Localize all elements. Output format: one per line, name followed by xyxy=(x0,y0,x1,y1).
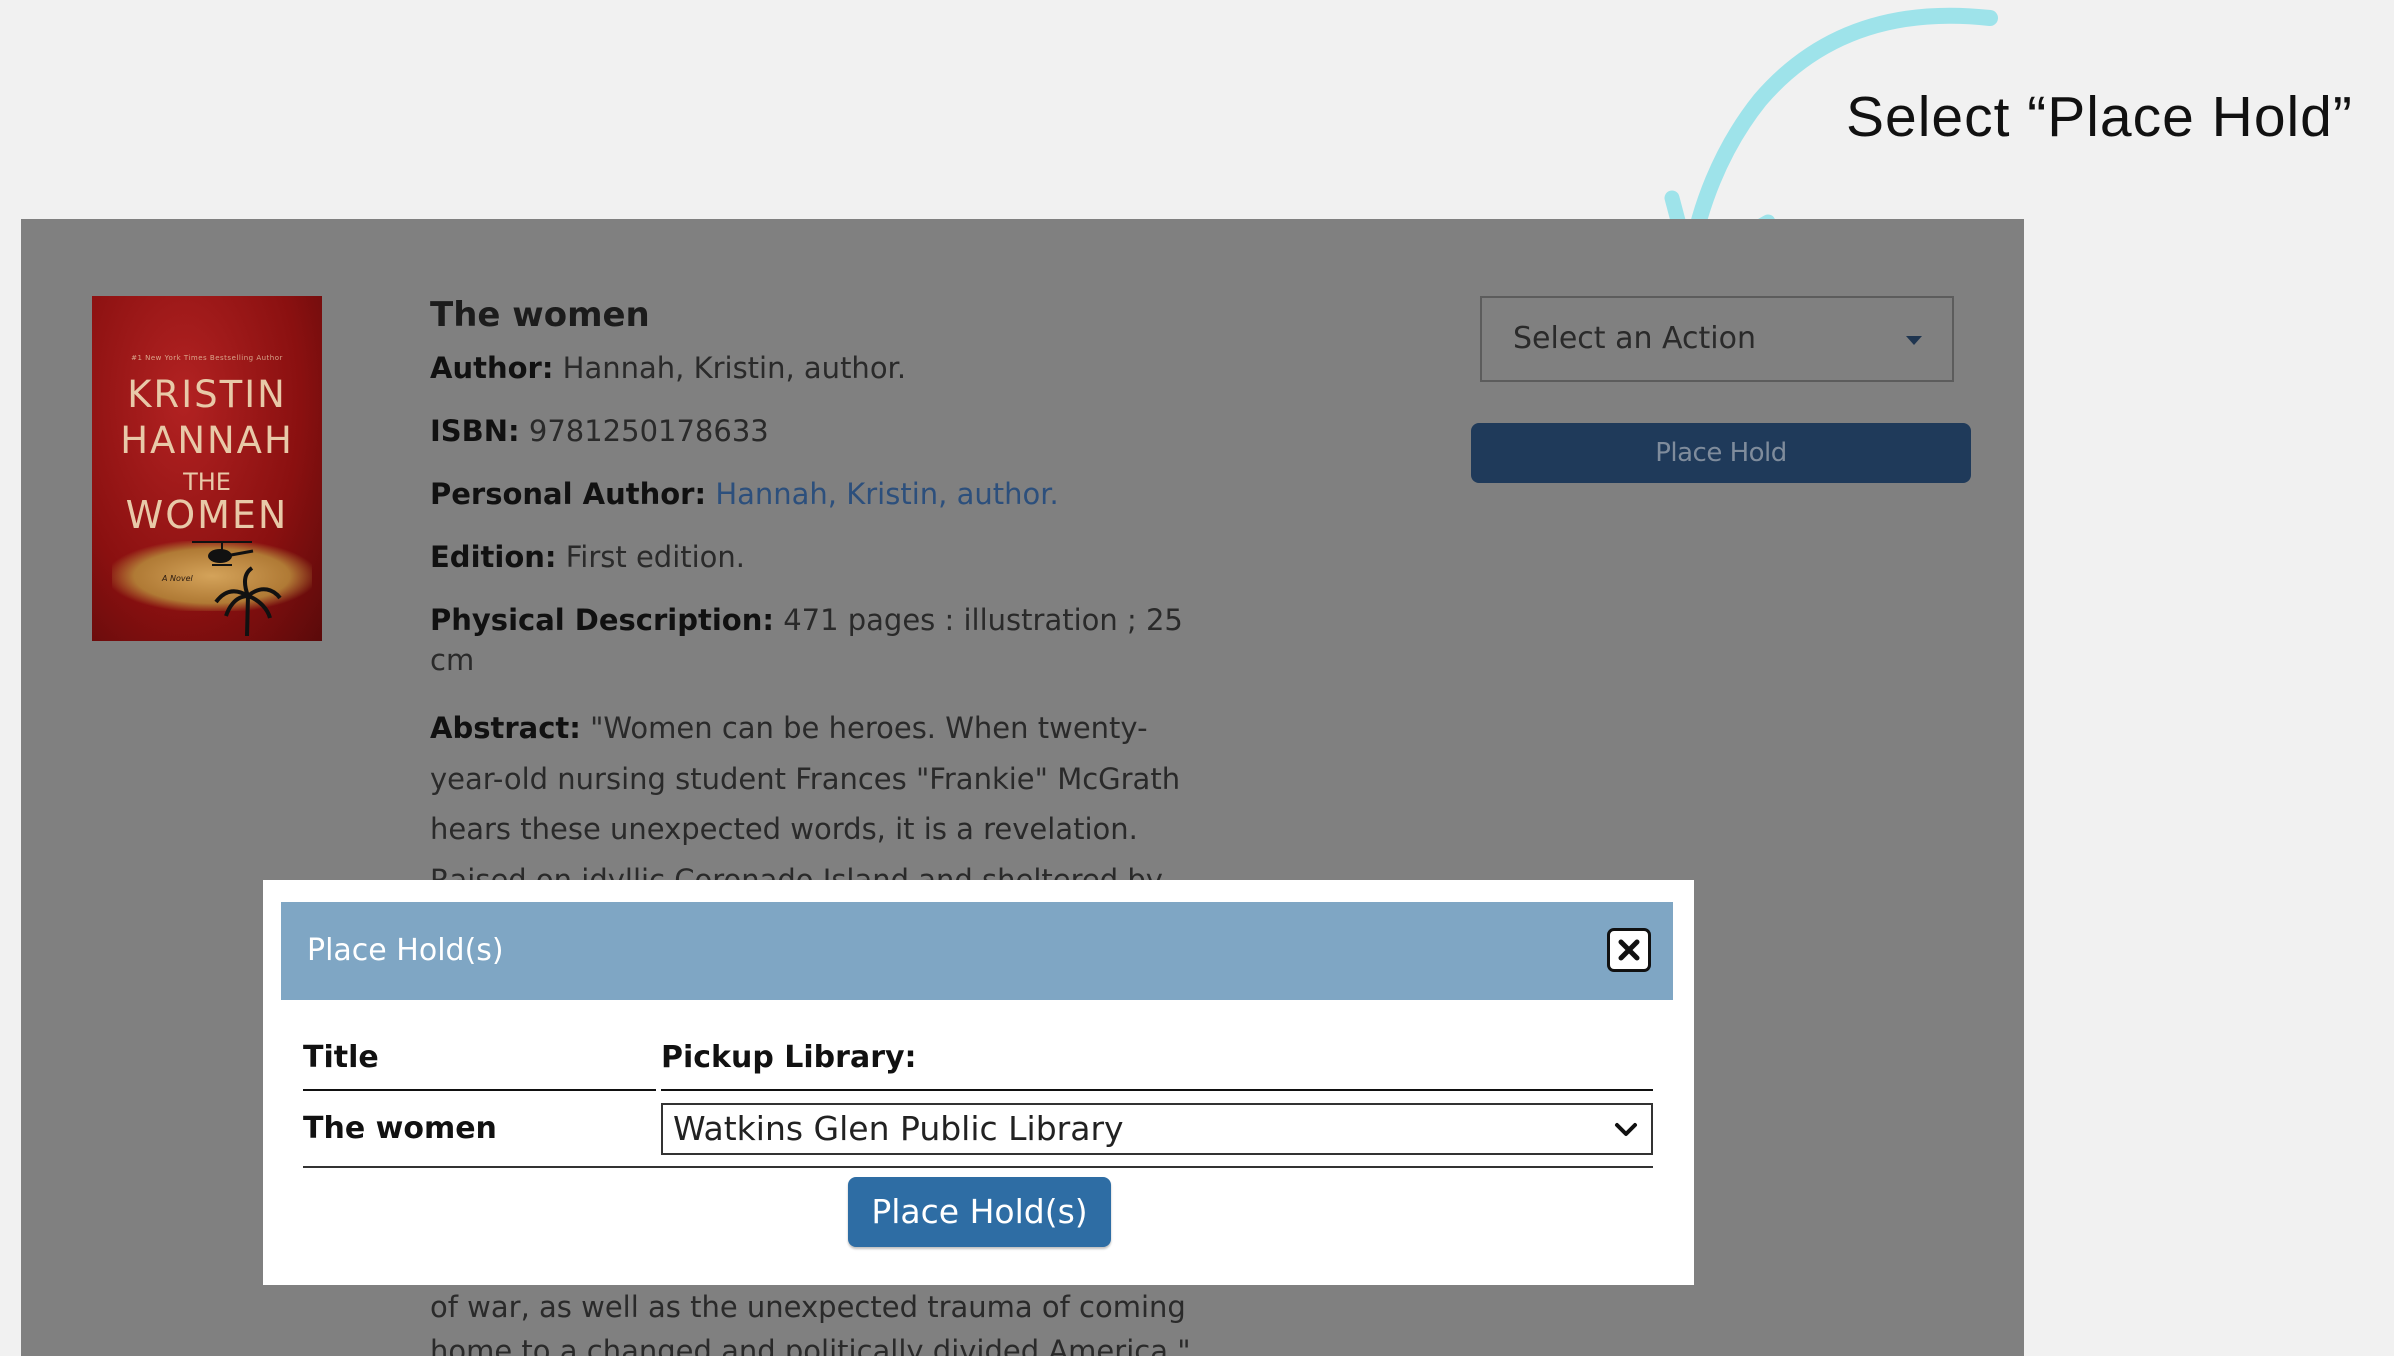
caret-down-icon xyxy=(1906,336,1922,345)
cover-the: THE xyxy=(183,468,231,496)
cover-kicker: #1 New York Times Bestselling Author xyxy=(131,354,283,362)
cover-author-first: KRISTIN xyxy=(127,373,287,416)
edition-field: Edition: First edition. xyxy=(430,537,1230,577)
record-details: The women Author: Hannah, Kristin, autho… xyxy=(430,295,1230,956)
column-header-title: Title xyxy=(303,1040,379,1075)
edition-value: First edition. xyxy=(565,540,746,574)
physical-description-label: Physical Description: xyxy=(430,603,774,637)
author-field: Author: Hannah, Kristin, author. xyxy=(430,348,1230,388)
isbn-field: ISBN: 9781250178633 xyxy=(430,411,1230,451)
cover-title: WOMEN xyxy=(125,493,289,537)
edition-label: Edition: xyxy=(430,540,557,574)
personal-author-label: Personal Author: xyxy=(430,477,707,511)
close-button[interactable] xyxy=(1607,928,1651,972)
row-title: The women xyxy=(303,1111,497,1146)
isbn-label: ISBN: xyxy=(430,414,520,448)
personal-author-link[interactable]: Hannah, Kristin, author. xyxy=(715,477,1058,511)
book-title[interactable]: The women xyxy=(430,295,1230,335)
column-header-pickup: Pickup Library: xyxy=(661,1040,917,1075)
dialog-title: Place Hold(s) xyxy=(307,933,504,968)
personal-author-field: Personal Author: Hannah, Kristin, author… xyxy=(430,474,1230,514)
row-divider xyxy=(303,1166,1653,1168)
place-holds-dialog: Place Hold(s) Title Pickup Library: The … xyxy=(263,880,1694,1285)
physical-description-field: Physical Description: 471 pages : illust… xyxy=(430,600,1230,680)
author-value: Hannah, Kristin, author. xyxy=(562,351,907,385)
book-cover-image: #1 New York Times Bestselling Author KRI… xyxy=(92,296,322,641)
close-icon xyxy=(1617,938,1641,962)
pickup-library-select[interactable]: Watkins Glen Public Library xyxy=(661,1103,1653,1155)
cover-subtitle: A Novel xyxy=(162,574,193,583)
place-holds-submit-button[interactable]: Place Hold(s) xyxy=(848,1177,1111,1247)
header-divider xyxy=(661,1089,1653,1091)
isbn-value: 9781250178633 xyxy=(528,414,769,448)
dialog-header: Place Hold(s) xyxy=(281,902,1673,1000)
action-dropdown[interactable]: Select an Action xyxy=(1480,296,1954,382)
chevron-down-icon xyxy=(1615,1123,1637,1136)
place-hold-button[interactable]: Place Hold xyxy=(1471,423,1971,483)
pickup-library-value: Watkins Glen Public Library xyxy=(673,1109,1124,1148)
palm-tree-icon xyxy=(214,566,282,636)
author-label: Author: xyxy=(430,351,554,385)
header-divider xyxy=(303,1089,656,1091)
cover-author-last: HANNAH xyxy=(120,419,294,462)
abstract-continuation: of war, as well as the unexpected trauma… xyxy=(430,1290,1191,1356)
action-dropdown-value: Select an Action xyxy=(1513,321,1756,356)
abstract-label: Abstract: xyxy=(430,711,581,745)
